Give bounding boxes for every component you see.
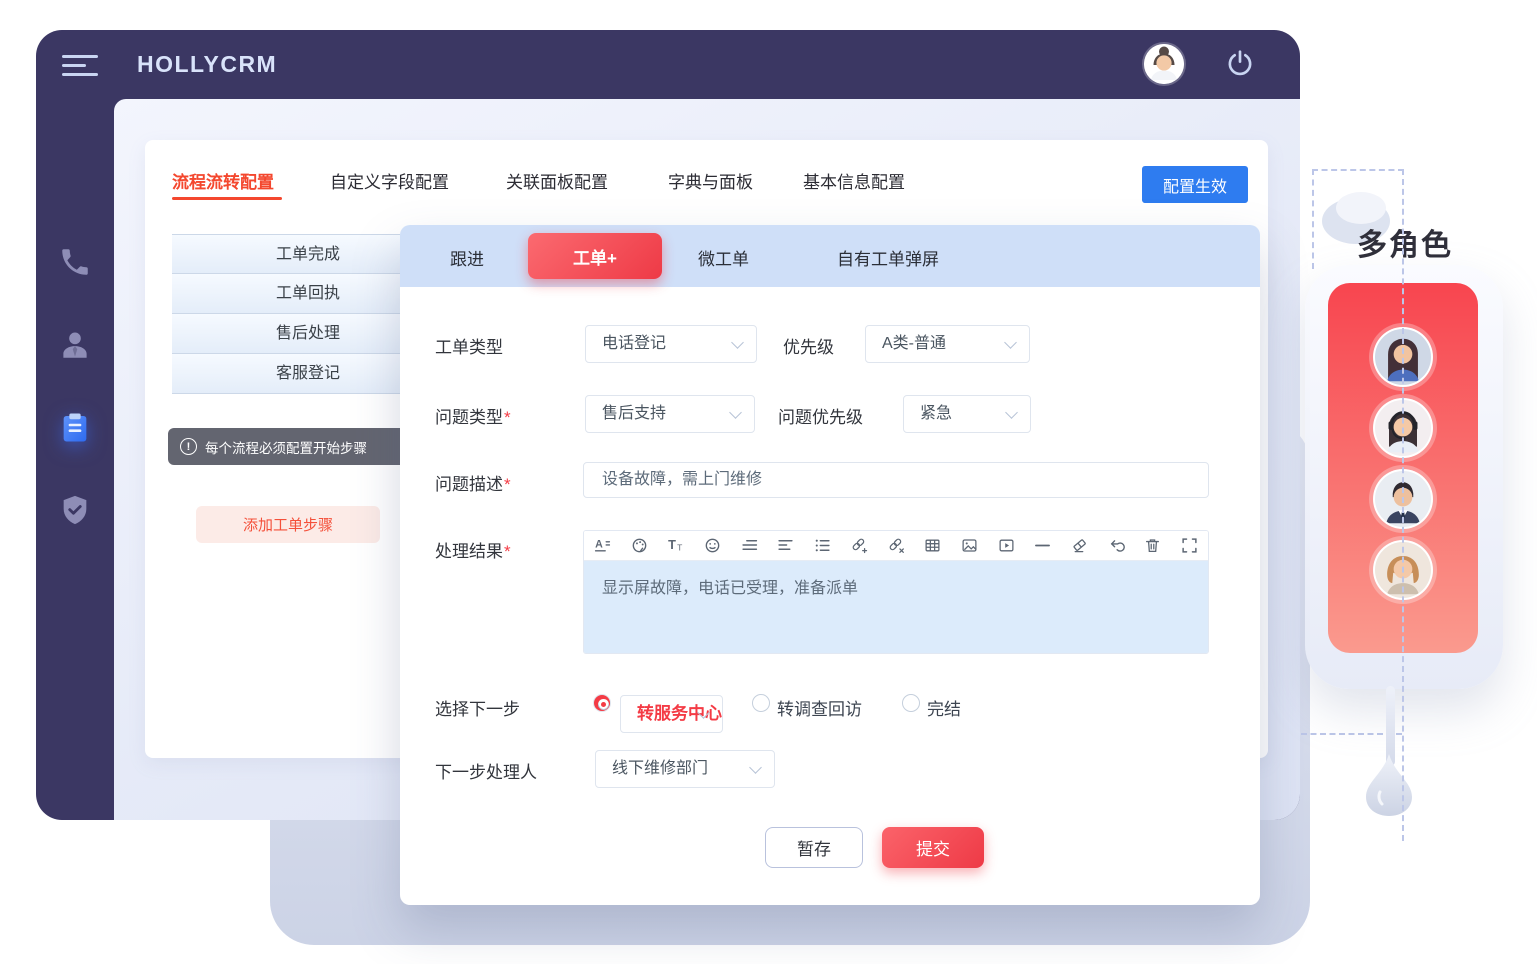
editor-toolbar: A TT — [584, 531, 1208, 561]
dashed-line-left — [1312, 169, 1314, 269]
issue-type-select[interactable]: 售后支持 — [585, 395, 755, 433]
issue-desc-label: 问题描述* — [435, 470, 511, 495]
apply-config-button[interactable]: 配置生效 — [1142, 166, 1248, 203]
phone-icon[interactable] — [58, 245, 92, 279]
modal-tab-own-popup[interactable]: 自有工单弹屏 — [837, 245, 939, 270]
user-avatar[interactable] — [1144, 44, 1184, 84]
align-icon[interactable] — [777, 537, 794, 554]
link-add-icon[interactable] — [851, 537, 868, 554]
teardrop-shape — [1366, 752, 1412, 823]
radio-finish[interactable] — [902, 694, 920, 712]
modal-tab-work-order[interactable]: 工单+ — [528, 233, 662, 279]
emoji-icon[interactable] — [704, 537, 721, 554]
link-remove-icon[interactable] — [888, 537, 905, 554]
eraser-icon[interactable] — [1071, 537, 1088, 554]
dashed-line-vertical — [1402, 169, 1404, 841]
fullscreen-icon[interactable] — [1181, 537, 1198, 554]
active-tab-underline — [172, 197, 282, 200]
multi-role-caption: 多角色 — [1357, 220, 1453, 264]
work-order-type-select[interactable]: 电话登记 — [585, 325, 757, 363]
next-step-label: 选择下一步 — [435, 695, 520, 720]
notice-text: 每个流程必须配置开始步骤 — [205, 437, 367, 457]
notice-tooltip: ! 每个流程必须配置开始步骤 — [168, 428, 422, 465]
horizontal-rule-icon[interactable] — [1034, 537, 1051, 554]
tab-linked-panels[interactable]: 关联面板配置 — [506, 168, 608, 193]
issue-priority-label: 问题优先级 — [778, 403, 863, 428]
result-editor-content[interactable]: 显示屏故障，电话已受理，准备派单 — [584, 561, 1208, 653]
result-editor: A TT 显示屏故障，电话已受理，准备派单 — [583, 530, 1209, 654]
save-draft-button[interactable]: 暂存 — [765, 827, 863, 868]
svg-text:T: T — [668, 537, 676, 552]
radio-survey-callback-label[interactable]: 转调查回访 — [777, 695, 862, 720]
palette-icon[interactable] — [631, 537, 648, 554]
tab-dictionary-panel[interactable]: 字典与面板 — [668, 168, 753, 193]
power-icon[interactable] — [1224, 48, 1256, 80]
work-order-modal: 跟进 工单+ 微工单 自有工单弹屏 工单类型 电话登记 优先级 A类-普通 问题… — [400, 225, 1260, 905]
trash-icon[interactable] — [1144, 537, 1161, 554]
radio-transfer-service[interactable] — [593, 694, 611, 712]
tab-workflow-config[interactable]: 流程流转配置 — [172, 168, 274, 193]
radio-finish-label[interactable]: 完结 — [927, 695, 961, 720]
font-size-icon[interactable]: TT — [667, 537, 684, 554]
exclamation-icon: ! — [180, 438, 197, 455]
result-label: 处理结果* — [435, 537, 511, 562]
video-icon[interactable] — [998, 537, 1015, 554]
modal-tab-micro-order[interactable]: 微工单 — [698, 245, 749, 270]
modal-header: 跟进 工单+ 微工单 自有工单弹屏 — [400, 225, 1260, 287]
contacts-icon[interactable] — [58, 328, 92, 362]
tab-custom-fields[interactable]: 自定义字段配置 — [330, 168, 449, 193]
priority-select[interactable]: A类-普通 — [865, 325, 1030, 363]
menu-icon[interactable] — [62, 55, 100, 77]
table-icon[interactable] — [924, 537, 941, 554]
dashed-line-top — [1312, 169, 1404, 171]
work-order-icon[interactable] — [58, 411, 92, 445]
issue-type-label: 问题类型* — [435, 403, 511, 428]
image-icon[interactable] — [961, 537, 978, 554]
undo-icon[interactable] — [1108, 537, 1125, 554]
app-title: HOLLYCRM — [137, 51, 277, 78]
list-icon[interactable] — [814, 537, 831, 554]
add-step-button[interactable]: 添加工单步骤 — [196, 506, 380, 543]
priority-label: 优先级 — [783, 333, 834, 358]
svg-text:A: A — [595, 539, 603, 551]
stage: HOLLYCRM — [0, 0, 1537, 964]
modal-tab-followup[interactable]: 跟进 — [450, 245, 484, 270]
submit-button[interactable]: 提交 — [882, 827, 984, 868]
radio-transfer-service-label[interactable]: 转服务中心 — [620, 695, 723, 733]
indent-icon[interactable] — [741, 537, 758, 554]
next-handler-select[interactable]: 线下维修部门 — [595, 750, 775, 788]
app-sidebar — [36, 99, 114, 820]
next-handler-label: 下一步处理人 — [435, 758, 537, 783]
text-style-icon[interactable]: A — [594, 537, 611, 554]
work-order-type-label: 工单类型 — [435, 333, 503, 358]
issue-priority-select[interactable]: 紧急 — [903, 395, 1031, 433]
app-header: HOLLYCRM — [36, 30, 1300, 99]
svg-text:T: T — [677, 542, 682, 552]
issue-desc-input[interactable]: 设备故障，需上门维修 — [583, 462, 1209, 498]
tab-basic-info[interactable]: 基本信息配置 — [803, 168, 905, 193]
user-avatar-image — [1144, 44, 1184, 84]
security-icon[interactable] — [58, 493, 92, 527]
radio-survey-callback[interactable] — [752, 694, 770, 712]
